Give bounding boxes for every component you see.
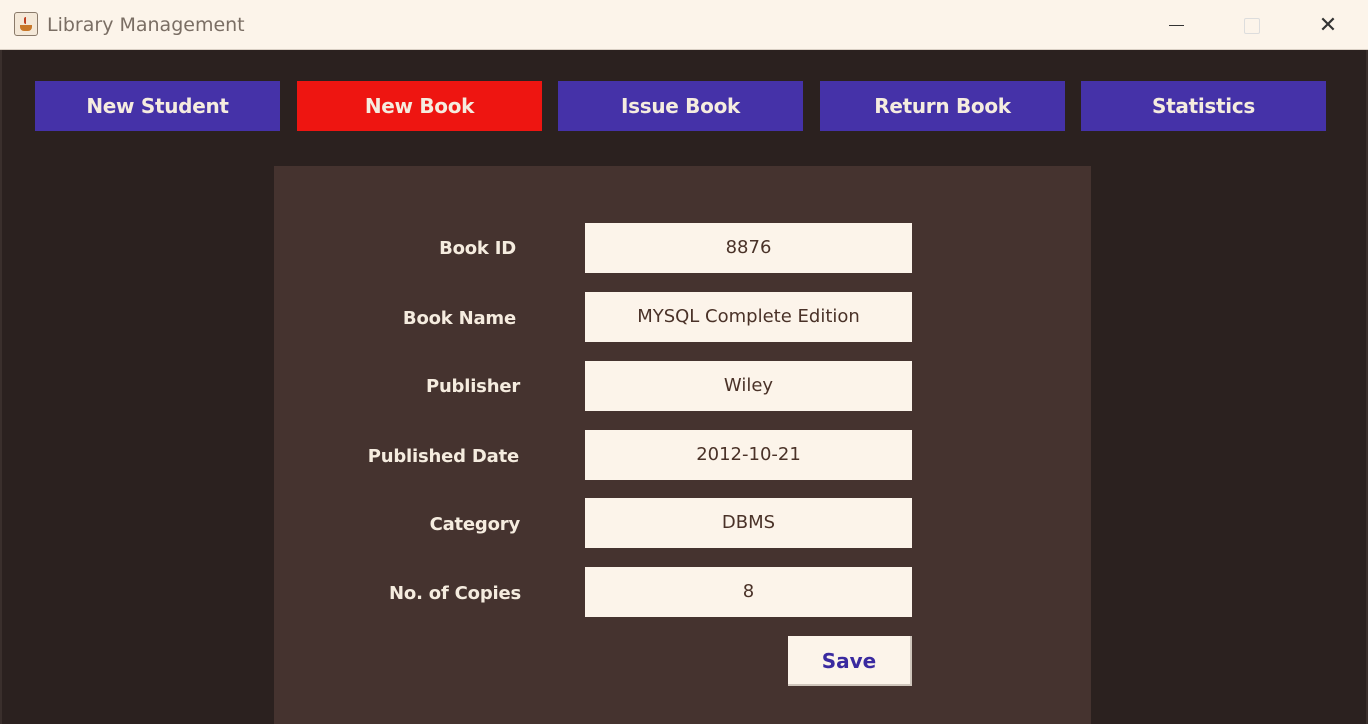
issue-book-button[interactable]: Issue Book [558,81,803,131]
book-name-input[interactable] [585,292,912,342]
maximize-button[interactable] [1228,8,1274,42]
publisher-input[interactable] [585,361,912,411]
return-book-button[interactable]: Return Book [820,81,1065,131]
category-input[interactable] [585,498,912,548]
close-button[interactable]: ✕ [1305,8,1351,42]
published-date-input[interactable] [585,430,912,480]
java-app-icon [14,12,38,36]
window-title: Library Management [47,14,245,36]
publisher-label: Publisher [425,376,520,397]
title-bar: Library Management ✕ [0,0,1368,50]
book-id-label: Book ID [439,238,516,259]
save-button[interactable]: Save [788,636,912,686]
book-name-label: Book Name [402,308,516,329]
statistics-button[interactable]: Statistics [1081,81,1326,131]
new-student-button[interactable]: New Student [35,81,280,131]
copies-label: No. of Copies [389,583,521,604]
copies-input[interactable] [585,567,912,617]
category-label: Category [429,514,521,535]
minimize-button[interactable] [1153,8,1199,42]
book-id-input[interactable] [585,223,912,273]
new-book-button[interactable]: New Book [297,81,542,131]
published-date-label: Published Date [367,446,519,467]
